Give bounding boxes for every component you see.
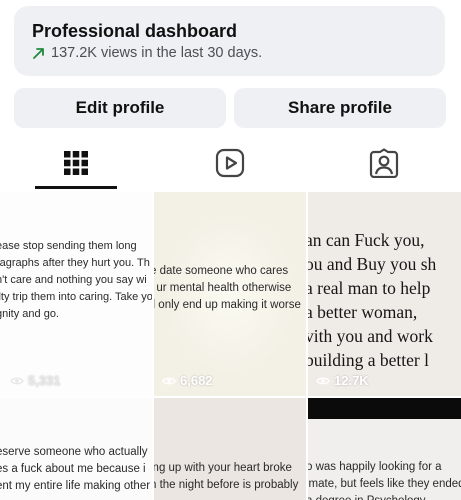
post-text: ing up with your heart broke n the night… xyxy=(154,462,299,491)
profile-tabs xyxy=(0,136,461,192)
post-text: eserve someone who actually es a fuck ab… xyxy=(0,446,151,492)
dashboard-title: Professional dashboard xyxy=(32,21,238,41)
post-views-value: 6,682 xyxy=(180,373,213,388)
tab-posts-grid[interactable] xyxy=(16,136,136,190)
reels-play-icon xyxy=(215,148,245,178)
edit-profile-button[interactable]: Edit profile xyxy=(14,88,226,128)
tagged-person-icon xyxy=(369,148,399,178)
dashboard-views-text: 137.2K views in the last 30 days. xyxy=(51,45,263,61)
share-profile-button[interactable]: Share profile xyxy=(234,88,446,128)
post-views-value: 12.7K xyxy=(334,373,369,388)
eye-icon xyxy=(162,377,176,384)
post-text: e date someone who cares t ur mental hea… xyxy=(154,265,301,311)
tab-reels[interactable] xyxy=(170,136,290,190)
post-tile[interactable]: o was happily looking for a imate, but f… xyxy=(308,398,461,500)
post-tile[interactable]: eserve someone who actually es a fuck ab… xyxy=(0,398,152,500)
grid-icon xyxy=(64,151,88,175)
post-tile[interactable]: an can Fuck you, ou and Buy you sh a rea… xyxy=(308,192,461,396)
professional-dashboard-card[interactable]: Professional dashboard 137.2K views in t… xyxy=(14,6,445,76)
post-text: o was happily looking for a imate, but f… xyxy=(308,461,461,500)
post-view-count: 6,682 xyxy=(162,373,213,388)
posts-grid: ease stop sending them long ragraphs aft… xyxy=(0,192,461,500)
post-view-count: 5,331 xyxy=(10,373,61,388)
post-black-banner xyxy=(308,398,461,419)
post-tile[interactable]: ing up with your heart broke n the night… xyxy=(154,398,306,500)
tab-tagged[interactable] xyxy=(324,136,444,190)
trend-up-arrow-icon xyxy=(33,48,44,59)
post-tile[interactable]: ease stop sending them long ragraphs aft… xyxy=(0,192,152,396)
eye-icon xyxy=(316,377,330,384)
eye-icon xyxy=(10,377,24,384)
post-text: an can Fuck you, ou and Buy you sh a rea… xyxy=(308,230,437,370)
post-tile[interactable]: e date someone who cares t ur mental hea… xyxy=(154,192,306,396)
active-tab-indicator xyxy=(35,186,117,189)
dashboard-views-summary: 137.2K views in the last 30 days. xyxy=(32,45,427,61)
post-text: ease stop sending them long ragraphs aft… xyxy=(0,240,152,320)
post-view-count: 12.7K xyxy=(316,373,369,388)
post-views-value: 5,331 xyxy=(28,373,61,388)
